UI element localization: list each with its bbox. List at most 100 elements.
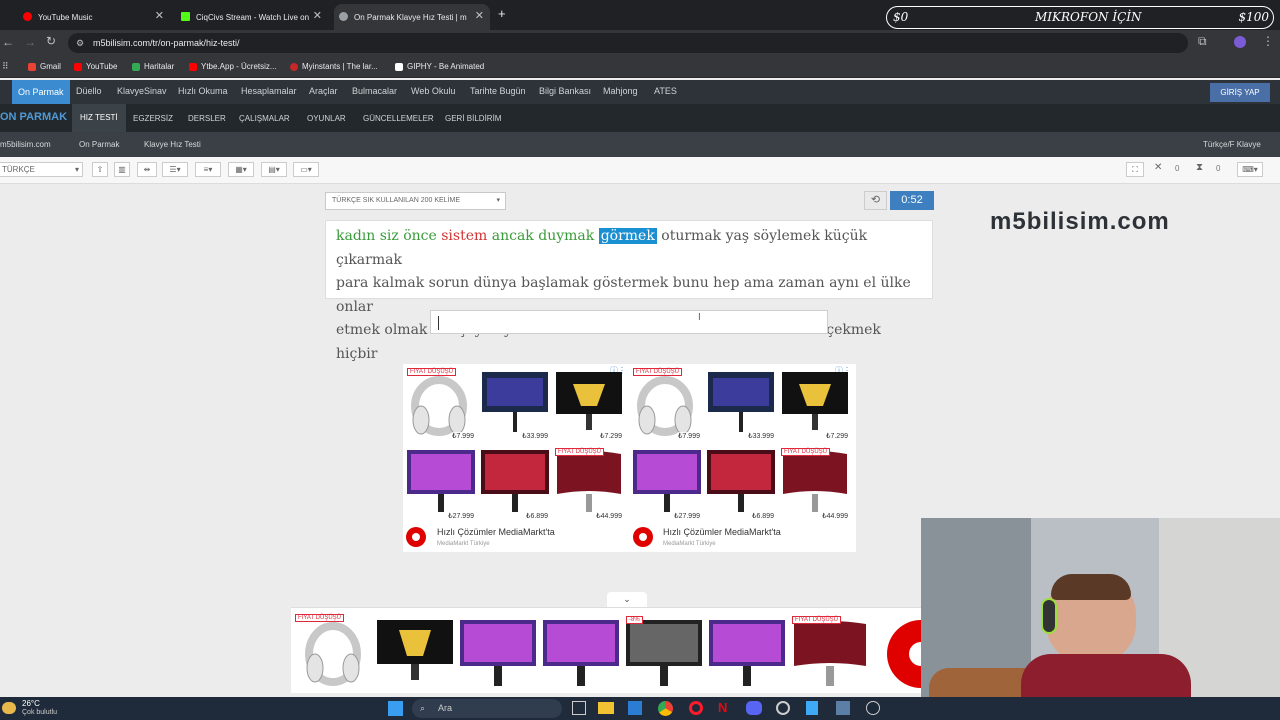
bookmark-gmail[interactable]: Gmail bbox=[28, 62, 61, 71]
align-icon[interactable]: ≡▾ bbox=[195, 162, 221, 177]
width-icon[interactable]: ⇹ bbox=[137, 162, 157, 177]
site-main-nav: On Parmak Düello KlavyeSinav Hızlı Okuma… bbox=[0, 80, 1280, 104]
app-icon[interactable] bbox=[836, 701, 850, 715]
tab-youtube-music[interactable]: YouTube Music ✕ bbox=[18, 4, 170, 30]
nav-web-okulu[interactable]: Web Okulu bbox=[411, 86, 455, 96]
close-tab-icon[interactable]: ✕ bbox=[475, 9, 484, 22]
forward-icon[interactable]: → bbox=[24, 35, 36, 49]
steam-icon[interactable] bbox=[866, 701, 880, 715]
nav-klavyesinav[interactable]: KlavyeSinav bbox=[117, 86, 167, 96]
nav-tarihte-bugun[interactable]: Tarihte Bugün bbox=[470, 86, 526, 96]
ad-product-tuf-monitor[interactable]: ₺7.299 bbox=[553, 366, 625, 442]
subnav-dersler[interactable]: DERSLER bbox=[188, 114, 226, 123]
mail-icon[interactable] bbox=[628, 701, 642, 715]
site-info-icon[interactable]: ⚙ bbox=[76, 33, 84, 53]
nav-hizli-okuma[interactable]: Hızlı Okuma bbox=[178, 86, 228, 96]
curved-monitor-image bbox=[783, 451, 847, 512]
nav-hesaplamalar[interactable]: Hesaplamalar bbox=[241, 86, 297, 96]
subnav-egzersiz[interactable]: EGZERSİZ bbox=[133, 114, 173, 123]
typing-input[interactable] bbox=[430, 310, 828, 334]
keyboard-layout-link[interactable]: Türkçe/F Klavye bbox=[1203, 140, 1261, 149]
close-tab-icon[interactable]: ✕ bbox=[313, 9, 322, 22]
restart-icon[interactable]: ⟲ bbox=[864, 191, 887, 210]
ad-product-red-monitor[interactable]: ₺6.899 bbox=[479, 446, 551, 522]
subnav-geri-bildirim[interactable]: GERİ BİLDİRİM bbox=[445, 114, 501, 123]
section-brand[interactable]: ON PARMAK bbox=[0, 111, 67, 123]
nav-araclar[interactable]: Araçlar bbox=[309, 86, 338, 96]
subnav-oyunlar[interactable]: OYUNLAR bbox=[307, 114, 346, 123]
subnav-guncellemeler[interactable]: GÜNCELLEMELER bbox=[363, 114, 434, 123]
product-ad[interactable]: ⓘ⋮ ⓘ⋮ FIYAT DÜŞÜŞÜ ₺7.999 ₺33.999 ₺7.299… bbox=[403, 364, 856, 552]
nav-on-parmak[interactable]: On Parmak bbox=[12, 80, 70, 104]
ad-product-monitor[interactable]: ₺33.999 bbox=[479, 366, 551, 442]
bookmark-ytbe[interactable]: Ytbe.App - Ücretsiz... bbox=[189, 62, 277, 71]
extensions-icon[interactable]: ⧉ bbox=[1198, 34, 1207, 49]
ad-product-headset[interactable]: FIYAT DÜŞÜŞÜ ₺7.999 bbox=[405, 366, 477, 442]
breadcrumb-home[interactable]: m5bilisim.com bbox=[0, 140, 51, 149]
discount-badge: -8% bbox=[626, 616, 643, 624]
file-explorer-icon[interactable] bbox=[598, 702, 614, 714]
discord-icon[interactable] bbox=[746, 701, 762, 715]
bookmark-myinstants[interactable]: Myinstants | The lar... bbox=[290, 62, 378, 71]
profile-avatar[interactable] bbox=[1234, 36, 1246, 48]
language-select[interactable]: TÜRKÇE ▾ bbox=[0, 162, 83, 177]
nav-ates[interactable]: ATES bbox=[654, 86, 677, 96]
apps-grid-icon[interactable]: ⠿ bbox=[2, 61, 9, 72]
collapse-ad-chevron-icon[interactable]: ⌄ bbox=[607, 592, 647, 607]
chevron-down-icon: ▾ bbox=[74, 165, 79, 174]
word-category-select[interactable]: TÜRKÇE SIK KULLANILAN 200 KELİME ▾ bbox=[325, 192, 506, 210]
address-bar[interactable]: ⚙ m5bilisim.com/tr/on-parmak/hiz-testi/ bbox=[68, 33, 1188, 53]
back-icon[interactable]: ← bbox=[2, 35, 14, 49]
nav-bilgi-bankasi[interactable]: Bilgi Bankası bbox=[539, 86, 591, 96]
upload-icon[interactable]: ⇧ bbox=[92, 162, 108, 177]
nav-duello[interactable]: Düello bbox=[76, 86, 102, 96]
book-icon[interactable]: ▥ bbox=[114, 162, 130, 177]
settings-icon[interactable] bbox=[776, 701, 790, 715]
tab-on-parmak[interactable]: On Parmak Klavye Hız Testi | m ✕ bbox=[334, 4, 490, 30]
app-icon[interactable] bbox=[806, 701, 818, 715]
sticky-bottom-ad[interactable]: FIYAT DÜŞÜŞÜ -8% FIYAT DÜŞÜŞÜ bbox=[291, 607, 921, 693]
monitor-icon[interactable]: ▭▾ bbox=[293, 162, 319, 177]
ad-product-red-monitor[interactable]: ₺6.899 bbox=[705, 446, 777, 522]
ad-product-tuf-monitor[interactable]: ₺7.299 bbox=[779, 366, 851, 442]
close-tab-icon[interactable]: ✕ bbox=[155, 9, 164, 22]
bookmark-giphy[interactable]: GIPHY - Be Animated bbox=[395, 62, 484, 71]
menu-icon[interactable]: ⋮ bbox=[1262, 34, 1274, 48]
ad-product-monitor[interactable]: ₺33.999 bbox=[705, 366, 777, 442]
opera-icon[interactable] bbox=[689, 701, 703, 715]
subnav-calismalar[interactable]: ÇALIŞMALAR bbox=[239, 114, 290, 123]
bookmark-maps[interactable]: Haritalar bbox=[132, 62, 174, 71]
ad-product-curved-monitor[interactable]: FIYAT DÜŞÜŞÜ ₺44.999 bbox=[779, 446, 851, 522]
breadcrumb-on-parmak[interactable]: On Parmak bbox=[79, 140, 119, 149]
ad-product-headset[interactable]: FIYAT DÜŞÜŞÜ ₺7.999 bbox=[631, 366, 703, 442]
layout-icon[interactable]: ▤▾ bbox=[261, 162, 287, 177]
weather-status[interactable]: Çok bulutlu bbox=[22, 709, 57, 716]
tab-kick-stream[interactable]: CiqCivs Stream - Watch Live on ✕ bbox=[176, 4, 328, 30]
fullscreen-icon[interactable]: ⛶ bbox=[1126, 162, 1144, 177]
grid-icon[interactable]: ▦▾ bbox=[228, 162, 254, 177]
text-cursor bbox=[438, 316, 439, 330]
task-view-icon[interactable] bbox=[572, 701, 586, 715]
nav-bulmacalar[interactable]: Bulmacalar bbox=[352, 86, 397, 96]
ad-title[interactable]: Hızlı Çözümler MediaMarkt'ta bbox=[437, 527, 555, 537]
bookmark-youtube[interactable]: YouTube bbox=[74, 62, 117, 71]
new-tab-icon[interactable]: + bbox=[498, 6, 506, 21]
bookmarks-bar: ⠿ Gmail YouTube Haritalar Ytbe.App - Ücr… bbox=[0, 56, 1280, 78]
ad-product-rog-monitor[interactable]: ₺27.999 bbox=[631, 446, 703, 522]
ad-product-curved-monitor[interactable]: FIYAT DÜŞÜŞÜ ₺44.999 bbox=[553, 446, 625, 522]
nav-mahjong[interactable]: Mahjong bbox=[603, 86, 638, 96]
keyboard-icon[interactable]: ⌨▾ bbox=[1237, 162, 1263, 177]
windows-start-icon[interactable] bbox=[388, 701, 403, 716]
taskbar-search[interactable]: ⌕ Ara bbox=[412, 699, 562, 718]
reload-icon[interactable]: ↻ bbox=[46, 34, 56, 48]
ad-product-rog-monitor[interactable]: ₺27.999 bbox=[405, 446, 477, 522]
weather-icon[interactable] bbox=[2, 702, 16, 714]
ad-title[interactable]: Hızlı Çözümler MediaMarkt'ta bbox=[663, 527, 781, 537]
font-size-icon[interactable]: ☰▾ bbox=[162, 162, 188, 177]
subnav-hiz-testi[interactable]: HIZ TESTİ bbox=[72, 104, 126, 132]
netflix-icon[interactable]: N bbox=[718, 700, 727, 715]
weather-temp[interactable]: 26°C bbox=[22, 699, 40, 708]
chrome-icon[interactable] bbox=[658, 701, 673, 716]
site-watermark: m5bilisim.com bbox=[990, 208, 1170, 235]
login-button[interactable]: GİRİŞ YAP bbox=[1210, 83, 1270, 102]
